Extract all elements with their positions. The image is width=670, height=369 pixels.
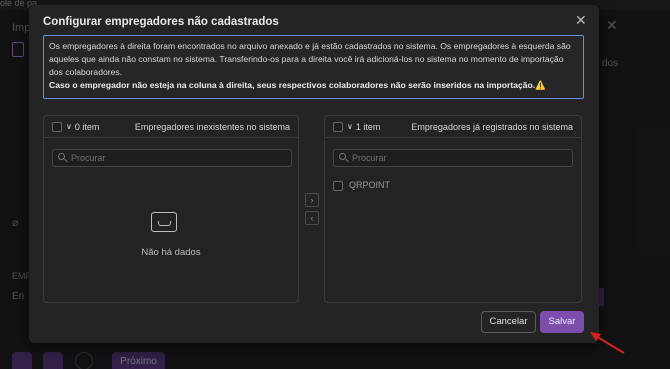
annotation-arrow-icon xyxy=(590,332,625,354)
